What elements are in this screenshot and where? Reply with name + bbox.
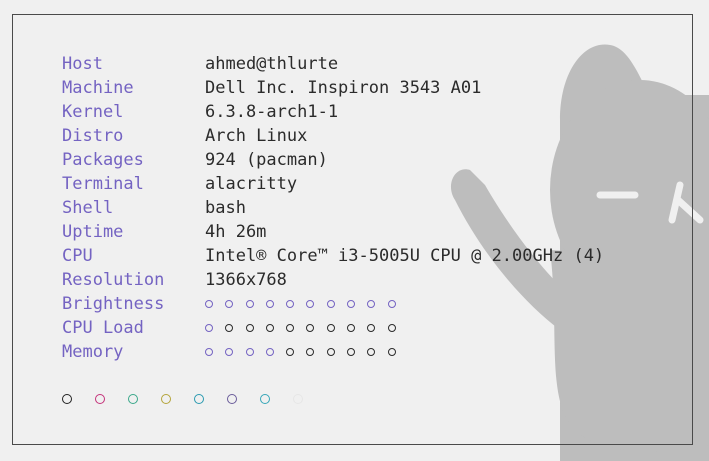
info-row-machine: Machine Dell Inc. Inspiron 3543 A01 <box>62 76 604 100</box>
level-dot-icon <box>225 348 234 356</box>
level-dot-icon <box>306 348 315 356</box>
info-row-resolution: Resolution 1366x768 <box>62 268 604 292</box>
info-key: Terminal <box>62 174 144 194</box>
level-dot-icon <box>286 348 295 356</box>
info-row-kernel: Kernel 6.3.8-arch1-1 <box>62 100 604 124</box>
level-dot-icon <box>347 300 356 308</box>
level-dot-icon <box>387 300 396 308</box>
level-dot-icon <box>286 300 295 308</box>
bar-key: Brightness <box>62 294 165 314</box>
level-dot-icon <box>205 324 213 332</box>
level-dot-icon <box>245 324 254 332</box>
level-dot-icon <box>367 300 376 308</box>
level-dot-icon <box>367 324 376 332</box>
info-key: Host <box>62 54 103 74</box>
info-row-shell: Shell bash <box>62 196 604 220</box>
palette-swatch-icon <box>260 394 270 404</box>
bar-key: Memory <box>62 342 124 362</box>
bar-row-cpu-load: CPU Load <box>62 316 604 340</box>
palette-swatch-icon <box>95 394 105 404</box>
info-key: Kernel <box>62 102 124 122</box>
palette-swatch-icon <box>227 394 237 404</box>
info-value: 1366x768 <box>205 270 287 290</box>
info-key: Uptime <box>62 222 124 242</box>
info-value: bash <box>205 198 246 218</box>
info-value: 924 (pacman) <box>205 150 328 170</box>
palette-swatch-icon <box>62 394 72 404</box>
info-value: 4h 26m <box>205 222 267 242</box>
info-value: 6.3.8-arch1-1 <box>205 102 339 122</box>
info-value: Dell Inc. Inspiron 3543 A01 <box>205 78 482 98</box>
system-info-panel: Host ahmed@thlurte Machine Dell Inc. Inspir… <box>62 52 604 364</box>
level-indicator <box>205 316 408 340</box>
info-key: Resolution <box>62 270 165 290</box>
info-row-uptime: Uptime 4h 26m <box>62 220 604 244</box>
level-dot-icon <box>245 348 254 356</box>
info-value: alacritty <box>205 174 298 194</box>
level-dot-icon <box>286 324 295 332</box>
bar-row-memory: Memory <box>62 340 604 364</box>
level-dot-icon <box>387 348 396 356</box>
level-dot-icon <box>347 348 356 356</box>
level-dot-icon <box>265 324 274 332</box>
info-key: Machine <box>62 78 134 98</box>
palette-swatch-icon <box>128 394 138 404</box>
info-key: Distro <box>62 126 124 146</box>
level-dot-icon <box>225 300 234 308</box>
level-dot-icon <box>306 324 315 332</box>
palette-swatch-icon <box>161 394 171 404</box>
level-dot-icon <box>367 348 376 356</box>
level-dot-icon <box>326 300 335 308</box>
info-key: Shell <box>62 198 114 218</box>
bar-row-brightness: Brightness <box>62 292 604 316</box>
level-dot-icon <box>225 324 234 332</box>
desktop-screen: Host ahmed@thlurte Machine Dell Inc. Inspir… <box>0 0 709 461</box>
level-dot-icon <box>245 300 254 308</box>
level-dot-icon <box>326 324 335 332</box>
info-value: Arch Linux <box>205 126 308 146</box>
info-key: CPU <box>62 246 93 266</box>
palette-swatch-icon <box>293 394 303 404</box>
info-row-distro: Distro Arch Linux <box>62 124 604 148</box>
level-dot-icon <box>387 324 396 332</box>
level-dot-icon <box>265 300 274 308</box>
level-dot-icon <box>265 348 274 356</box>
info-key: Packages <box>62 150 144 170</box>
level-indicator <box>205 340 408 364</box>
info-row-terminal: Terminal alacritty <box>62 172 604 196</box>
info-value: ahmed@thlurte <box>205 54 339 74</box>
level-dot-icon <box>306 300 315 308</box>
bar-key: CPU Load <box>62 318 144 338</box>
info-row-host: Host ahmed@thlurte <box>62 52 604 76</box>
color-palette <box>62 394 326 404</box>
palette-swatch-icon <box>194 394 204 404</box>
level-dot-icon <box>205 348 213 356</box>
info-row-cpu: CPU Intel® Core™ i3-5005U CPU @ 2.00GHz (… <box>62 244 604 268</box>
level-dot-icon <box>347 324 356 332</box>
info-row-packages: Packages 924 (pacman) <box>62 148 604 172</box>
level-dot-icon <box>205 300 213 308</box>
level-dot-icon <box>326 348 335 356</box>
info-value: Intel® Core™ i3-5005U CPU @ 2.00GHz (4) <box>205 246 605 266</box>
level-indicator <box>205 292 408 316</box>
